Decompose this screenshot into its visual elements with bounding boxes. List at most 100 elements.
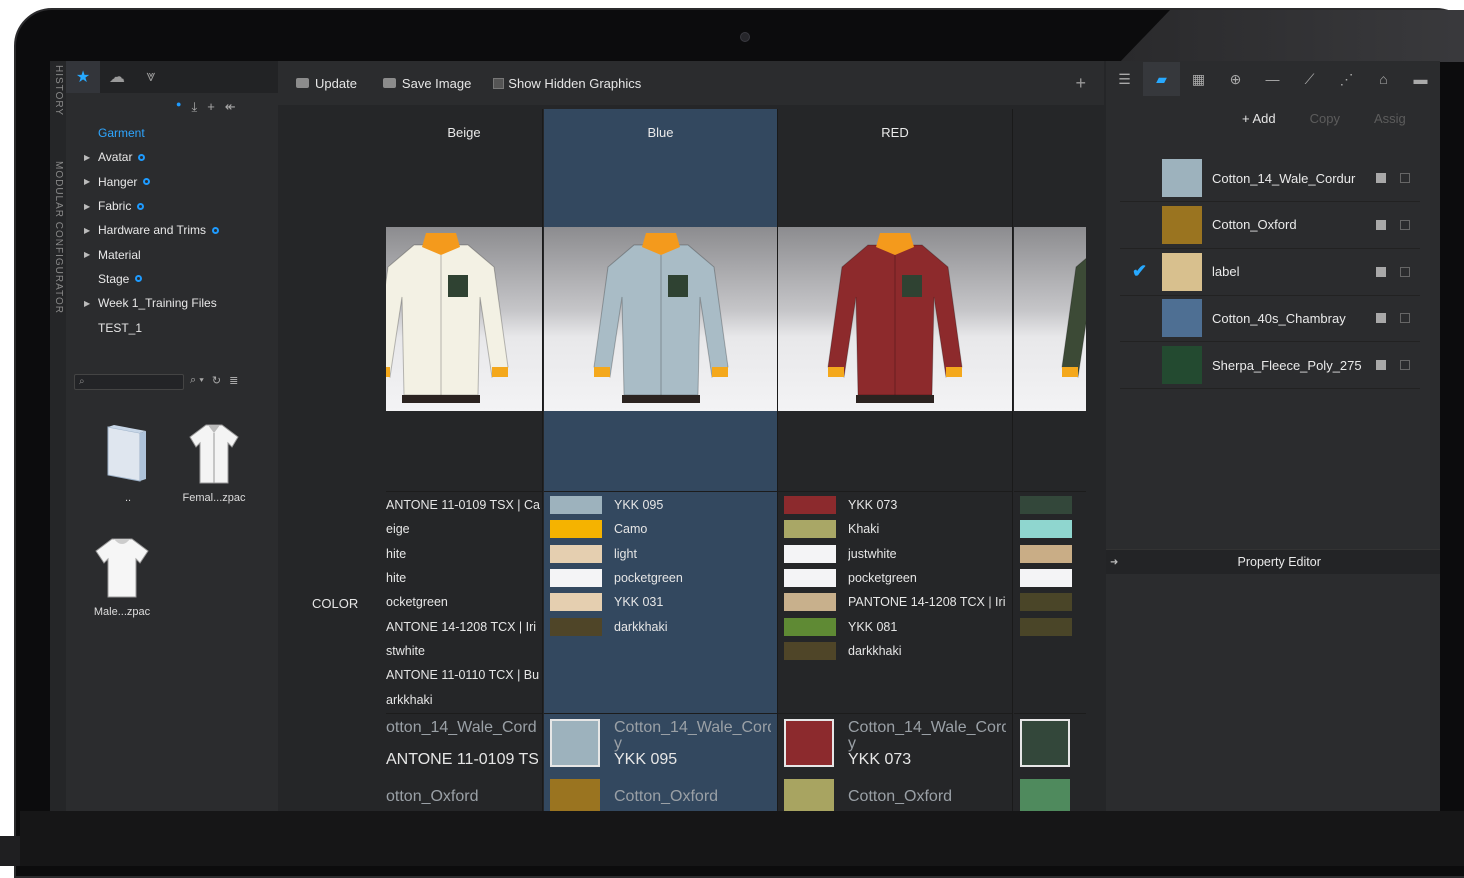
color-chip[interactable] [1020, 593, 1072, 612]
colorway-column[interactable] [1014, 109, 1086, 811]
show-hidden-checkbox[interactable] [493, 77, 505, 89]
color-swatch-row[interactable]: Camo [544, 517, 777, 541]
expand-triangle-icon[interactable]: ▶ [84, 153, 94, 162]
color-swatch-row[interactable]: YKK 073 [778, 493, 1012, 517]
colorway-render[interactable] [386, 227, 542, 411]
colorway-name[interactable]: RED [778, 125, 1012, 140]
refresh-icon[interactable]: ↻ [212, 374, 221, 387]
expand-arrow-icon[interactable]: ➜ [1110, 557, 1118, 568]
color-chip[interactable] [550, 496, 602, 515]
color-swatch-row[interactable]: ocketgreen [386, 590, 542, 614]
tree-item[interactable]: ▶ Week 1_Training Files [66, 291, 278, 315]
fabric-options-icon[interactable] [1400, 219, 1410, 230]
color-swatch-row[interactable]: ANTONE 14-1208 TCX | Iri [386, 614, 542, 638]
color-swatch-row[interactable]: hite [386, 566, 542, 590]
color-chip[interactable] [784, 641, 836, 660]
colorway-name[interactable]: Blue [544, 125, 777, 140]
material-swatch[interactable] [1020, 779, 1070, 811]
material-swatch[interactable] [550, 719, 600, 767]
color-swatch-row[interactable]: pocketgreen [544, 566, 777, 590]
history-tab[interactable]: HISTORY [50, 65, 64, 125]
list-view-icon[interactable]: ≣ [229, 374, 238, 387]
colorway-render[interactable] [544, 227, 777, 411]
color-swatch-row[interactable]: YKK 031 [544, 590, 777, 614]
tree-item[interactable]: ▶ Hardware and Trims [66, 218, 278, 242]
texture-icon[interactable]: ▦ [1180, 62, 1217, 96]
material-swatch[interactable] [784, 779, 834, 811]
edit-texture-icon[interactable] [1376, 219, 1386, 230]
fabric-options-icon[interactable] [1400, 313, 1410, 324]
material-swatch[interactable] [1020, 719, 1070, 767]
colorway-column[interactable]: Beige ANTONE 11-0109 TSX | Ca eige hite hite… [386, 109, 543, 811]
color-swatch-row[interactable]: arkkhaki [386, 687, 542, 711]
fabric-list-item[interactable]: Cotton_40s_Chambray [1120, 295, 1420, 343]
color-chip[interactable] [784, 593, 836, 612]
color-chip[interactable] [1020, 496, 1072, 515]
thumbnail-male-zpac[interactable]: Male...zpac [82, 537, 162, 618]
vibe-logo-icon[interactable]: ⩔ [134, 61, 168, 93]
color-swatch-row[interactable] [1014, 614, 1086, 638]
save-image-button[interactable]: Save Image [382, 76, 471, 91]
color-swatch-row[interactable]: YKK 095 [544, 493, 777, 517]
list-icon[interactable]: ☰ [1106, 62, 1143, 96]
color-swatch-row[interactable]: justwhite [778, 542, 1012, 566]
tree-item[interactable]: ▶ Avatar [66, 145, 278, 169]
color-swatch-row[interactable] [1014, 493, 1086, 517]
material-swatch[interactable] [784, 719, 834, 767]
color-chip[interactable] [550, 593, 602, 612]
colorway-column[interactable]: RED YKK 073 Khaki justwhite pocketgreen PANTO… [778, 109, 1013, 811]
color-swatch-row[interactable] [1014, 566, 1086, 590]
color-swatch-row[interactable]: ANTONE 11-0110 TCX | Bu [386, 663, 542, 687]
copy-fabric-button[interactable]: Copy [1310, 111, 1340, 126]
import-icon[interactable]: ⤓ [191, 99, 197, 115]
fabric-options-icon[interactable] [1400, 266, 1410, 277]
color-swatch-row[interactable]: PANTONE 14-1208 TCX | Iri [778, 590, 1012, 614]
ruler-icon[interactable]: ▬ [1402, 62, 1439, 96]
colorway-render[interactable] [1014, 227, 1086, 411]
add-colorway-icon[interactable]: + [1075, 73, 1086, 94]
color-swatch-row[interactable]: ANTONE 11-0109 TSX | Ca [386, 493, 542, 517]
color-swatch-row[interactable] [1014, 517, 1086, 541]
expand-triangle-icon[interactable]: ▶ [84, 177, 94, 186]
color-swatch-row[interactable]: light [544, 542, 777, 566]
add-icon[interactable]: + [207, 99, 215, 115]
color-chip[interactable] [784, 569, 836, 588]
cloud-icon[interactable]: ☁ [100, 61, 134, 93]
fabric-options-icon[interactable] [1400, 173, 1410, 183]
tree-item[interactable]: Stage [66, 267, 278, 291]
color-swatch-row[interactable]: darkkhaki [544, 614, 777, 638]
topstitch-icon[interactable]: — [1254, 62, 1291, 96]
color-chip[interactable] [1020, 544, 1072, 563]
back-icon[interactable]: ↞ [225, 99, 236, 115]
edit-texture-icon[interactable] [1376, 266, 1386, 277]
color-swatch-row[interactable] [1014, 542, 1086, 566]
tree-item[interactable]: TEST_1 [66, 315, 278, 339]
expand-triangle-icon[interactable]: ▶ [84, 299, 94, 308]
color-chip[interactable] [1020, 569, 1072, 588]
fabric-list-item[interactable]: ✔ label [1120, 249, 1420, 296]
thumbnail-female-zpac[interactable]: Femal...zpac [174, 423, 254, 504]
fabric-icon[interactable]: ▰ [1143, 62, 1180, 96]
favorites-star-icon[interactable]: ★ [66, 61, 100, 93]
line-icon[interactable]: ⟋ [1291, 62, 1328, 96]
color-chip[interactable] [550, 544, 602, 563]
color-chip[interactable] [1020, 617, 1072, 636]
assign-fabric-button[interactable]: Assig [1374, 111, 1406, 126]
color-chip[interactable] [784, 544, 836, 563]
color-chip[interactable] [1020, 520, 1072, 539]
color-chip[interactable] [550, 520, 602, 539]
show-hidden-graphics-toggle[interactable]: Show Hidden Graphics [493, 76, 641, 91]
color-swatch-row[interactable]: Khaki [778, 517, 1012, 541]
color-chip[interactable] [784, 496, 836, 515]
edit-texture-icon[interactable] [1376, 173, 1386, 183]
colorway-name[interactable]: Beige [386, 125, 542, 140]
color-chip[interactable] [550, 569, 602, 588]
color-swatch-row[interactable]: stwhite [386, 639, 542, 663]
trim-icon[interactable]: ⌂ [1365, 62, 1402, 96]
color-chip[interactable] [784, 520, 836, 539]
modular-configurator-tab[interactable]: MODULAR CONFIGURATOR [50, 161, 64, 331]
tree-item[interactable]: ▶ Hanger [66, 170, 278, 194]
thumbnail-parent-folder[interactable]: .. [88, 423, 168, 504]
color-swatch-row[interactable]: YKK 081 [778, 614, 1012, 638]
tree-item[interactable]: ▶ Material [66, 242, 278, 266]
